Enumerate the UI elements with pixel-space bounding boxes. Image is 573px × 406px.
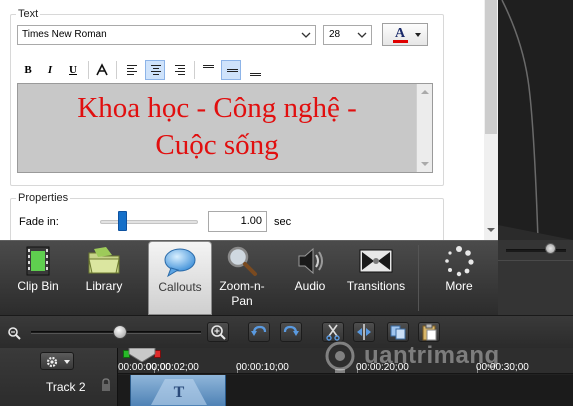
ruler-label: 00:00:02;00 [146, 362, 199, 373]
properties-group-title: Properties [16, 192, 71, 204]
toolbar-separator [194, 61, 195, 79]
valign-bottom-button[interactable] [245, 60, 265, 80]
fade-in-slider-thumb[interactable] [118, 211, 127, 231]
undo-icon [251, 325, 267, 336]
tab-label: Zoom-n- Pan [214, 279, 270, 309]
align-center-button[interactable] [145, 60, 165, 80]
volume-slider-track[interactable] [506, 249, 566, 252]
scrollbar-thumb[interactable] [485, 0, 497, 134]
callout-text-line: Khoa học - Công nghệ - [77, 92, 357, 124]
callout-text-editor[interactable]: Khoa học - Công nghệ - Cuộc sống [17, 83, 433, 173]
camtasia-window: Text Times New Roman 28 A B I U Khoa học… [0, 0, 573, 406]
track-name: Track 2 [46, 380, 86, 394]
playhead[interactable] [128, 348, 156, 362]
tab-label: More [445, 279, 473, 293]
text-editor-scrollbar[interactable] [416, 84, 432, 172]
track-header: Track 2 [0, 348, 118, 406]
tab-zoom-n-pan[interactable]: Zoom-n- Pan [214, 241, 270, 315]
magnifier-icon [227, 246, 257, 276]
font-family-value: Times New Roman [22, 29, 107, 40]
tab-separator [418, 245, 419, 311]
font-color-button[interactable]: A [382, 23, 428, 46]
speaker-icon [298, 247, 323, 275]
track-options-button[interactable] [40, 352, 74, 370]
task-tab-bar: Clip Bin Library Callouts Zoom-n- Pan Au… [0, 240, 498, 315]
toolbar-separator [116, 61, 117, 79]
volume-slider-knob[interactable] [545, 243, 556, 254]
fade-in-slider-track[interactable] [100, 220, 198, 224]
watermark-text: uantrimang [364, 342, 500, 369]
zoom-in-button[interactable] [207, 322, 229, 342]
svg-text:T: T [174, 384, 185, 401]
tab-transitions[interactable]: Transitions [340, 241, 412, 315]
redo-icon [283, 325, 299, 336]
italic-button[interactable]: I [40, 60, 60, 80]
undo-button[interactable] [248, 322, 270, 342]
gear-icon [46, 356, 58, 368]
scroll-up-icon[interactable] [421, 90, 429, 94]
tab-label: Library [85, 279, 123, 293]
preview-volume-strip [498, 240, 573, 315]
tab-label: Transitions [346, 279, 406, 293]
align-right-button[interactable] [170, 60, 190, 80]
clip-thumbnail: T [151, 379, 207, 405]
tab-library[interactable]: Library [70, 241, 138, 315]
tab-label: Callouts [158, 280, 202, 294]
font-family-select[interactable]: Times New Roman [17, 25, 316, 45]
tab-callouts[interactable]: Callouts [148, 241, 212, 315]
dots-spinner-icon [445, 246, 474, 277]
tab-label: Clip Bin [17, 279, 59, 293]
chevron-down-icon [357, 32, 367, 38]
zoom-in-icon [211, 325, 226, 340]
fade-in-unit: sec [274, 216, 292, 228]
fade-in-label: Fade in: [19, 216, 59, 228]
callout-properties-panel: Text Times New Roman 28 A B I U Khoa học… [0, 0, 498, 240]
tab-audio[interactable]: Audio [282, 241, 338, 315]
valign-top-button[interactable] [198, 60, 218, 80]
font-size-select[interactable]: 28 [323, 25, 372, 45]
callout-text-line: Cuộc sống [155, 129, 279, 161]
properties-content: Text Times New Roman 28 A B I U Khoa học… [0, 0, 484, 240]
watermark-bulb-icon [325, 341, 355, 373]
font-color-swatch [393, 40, 408, 43]
text-shadow-button[interactable] [92, 60, 112, 80]
film-strip-icon [26, 246, 50, 276]
caret-down-icon [64, 360, 70, 364]
watermark-logo: uantrimang [318, 336, 518, 380]
valign-middle-button[interactable] [221, 60, 241, 80]
chevron-down-icon [301, 32, 311, 38]
text-group-title: Text [16, 8, 41, 20]
text-effect-icon [96, 63, 108, 76]
properties-scrollbar[interactable] [484, 0, 498, 240]
transitions-icon [359, 249, 393, 273]
tab-label-line: Zoom-n- [219, 279, 265, 293]
ruler-label: 00:00:10;00 [236, 362, 289, 373]
redo-button[interactable] [280, 322, 302, 342]
scroll-down-icon[interactable] [421, 162, 429, 166]
zoom-out-icon[interactable] [7, 326, 21, 340]
font-size-value: 28 [329, 29, 341, 40]
speech-bubble-icon [164, 248, 196, 278]
timeline-zoom-knob[interactable] [113, 325, 127, 339]
tab-more[interactable]: More [424, 241, 494, 315]
lock-icon[interactable] [100, 378, 112, 392]
align-left-button[interactable] [122, 60, 142, 80]
caret-down-icon [415, 33, 421, 37]
scroll-down-icon[interactable] [487, 228, 495, 232]
tab-label: Audio [294, 279, 326, 293]
tab-label-line: Pan [231, 294, 253, 308]
folder-icon [88, 247, 120, 274]
divider [498, 260, 573, 261]
preview-graphic [498, 0, 573, 240]
tab-clip-bin[interactable]: Clip Bin [2, 241, 74, 315]
underline-button[interactable]: U [63, 60, 83, 80]
toolbar-separator [88, 61, 89, 79]
callout-text-content[interactable]: Khoa học - Công nghệ - Cuộc sống [18, 84, 416, 172]
bold-button[interactable]: B [18, 60, 38, 80]
canvas-preview [498, 0, 573, 240]
fade-in-input[interactable]: 1.00 [208, 211, 267, 232]
callout-clip[interactable]: T [130, 375, 226, 406]
